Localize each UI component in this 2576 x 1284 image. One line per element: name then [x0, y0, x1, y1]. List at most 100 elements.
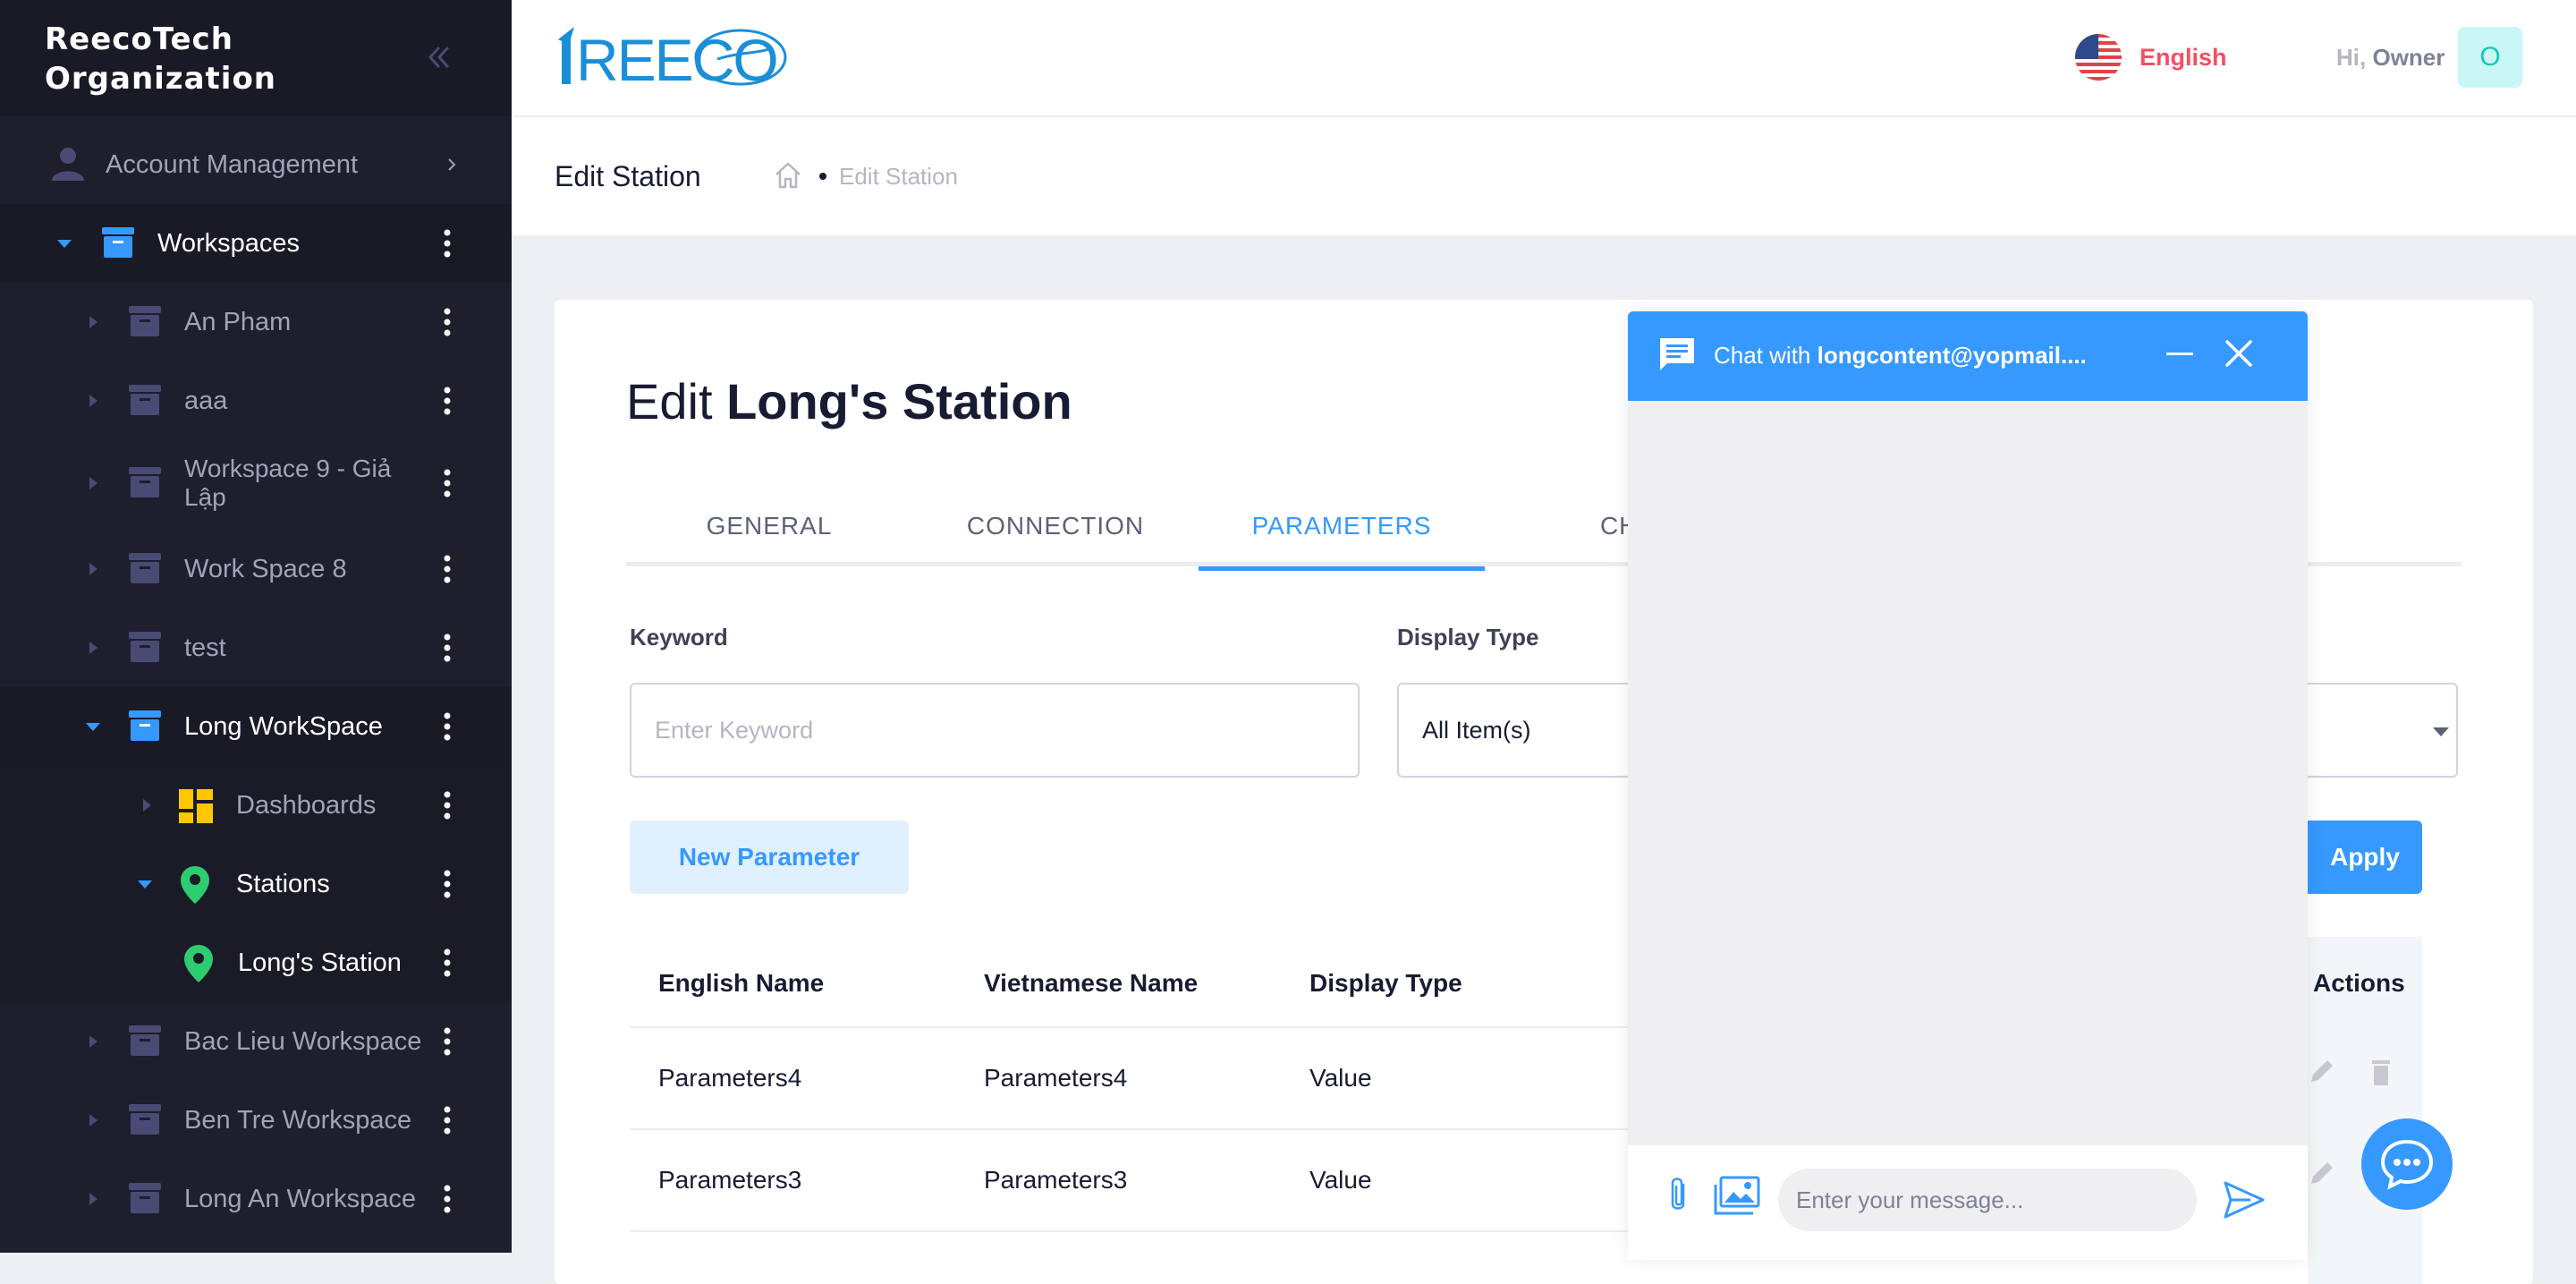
new-parameter-button[interactable]: New Parameter — [630, 821, 909, 894]
collapse-sidebar-icon[interactable] — [420, 39, 456, 75]
table-cell: Value — [1309, 1064, 1372, 1092]
caret-down-icon[interactable] — [55, 234, 73, 252]
trash-icon[interactable] — [2367, 1057, 2395, 1087]
folder-icon — [129, 553, 161, 583]
more-vertical-icon[interactable] — [438, 551, 456, 587]
caret-right-icon[interactable] — [138, 796, 156, 814]
page-title: Edit Station — [555, 160, 701, 192]
keyword-input[interactable]: Enter Keyword — [630, 683, 1360, 778]
sidebar-item-long-workspace[interactable]: Long WorkSpace — [0, 687, 512, 766]
minimize-icon[interactable] — [2165, 344, 2195, 365]
map-pin-icon — [181, 866, 209, 904]
more-vertical-icon[interactable] — [438, 1024, 456, 1059]
folder-icon — [129, 632, 161, 662]
sidebar-item-dashboards[interactable]: Dashboards — [0, 766, 512, 845]
language-selector[interactable]: English — [2140, 39, 2227, 75]
folder-icon — [129, 1025, 161, 1056]
sidebar-item-aaa[interactable]: aaa — [0, 361, 512, 440]
caret-right-icon[interactable] — [84, 474, 102, 492]
sidebar-item-label: Ben Tre Workspace — [184, 1105, 412, 1135]
sidebar-item-workspace-9[interactable]: Workspace 9 - Giả Lập — [0, 444, 512, 523]
sidebar-item-work-space-8[interactable]: Work Space 8 — [0, 530, 512, 608]
caret-right-icon[interactable] — [84, 1033, 102, 1050]
close-icon[interactable] — [2224, 338, 2254, 369]
column-header-vietnamese-name[interactable]: Vietnamese Name — [984, 965, 1198, 1001]
caret-down-icon[interactable] — [84, 718, 102, 736]
sidebar-item-label: aaa — [184, 386, 228, 415]
more-vertical-icon[interactable] — [438, 787, 456, 823]
more-vertical-icon[interactable] — [438, 630, 456, 666]
edit-icon[interactable] — [2308, 1159, 2336, 1189]
home-icon[interactable] — [773, 160, 803, 191]
chevron-down-icon — [2433, 727, 2449, 736]
sidebar-item-label: Workspace 9 - Giả Lập — [184, 455, 392, 511]
map-pin-icon — [184, 945, 213, 982]
caret-right-icon[interactable] — [84, 1111, 102, 1129]
sidebar-item-ben-tre-workspace[interactable]: Ben Tre Workspace — [0, 1081, 512, 1160]
dashboard-icon — [179, 789, 213, 823]
caret-right-icon[interactable] — [84, 1190, 102, 1208]
sidebar-item-account-management[interactable]: Account Management — [0, 125, 512, 204]
organization-name: ReecoTech Organization — [45, 21, 277, 97]
user-greeting[interactable]: Hi, Owner — [2336, 39, 2445, 75]
column-header-english-name[interactable]: English Name — [658, 965, 824, 1001]
chat-launcher-button[interactable] — [2361, 1118, 2453, 1210]
sidebar-item-label: Bac Lieu Workspace — [184, 1026, 422, 1056]
folder-icon — [102, 227, 134, 258]
caret-right-icon[interactable] — [84, 313, 102, 331]
sidebar-item-label: Dashboards — [236, 790, 377, 820]
sidebar-item-longs-station[interactable]: Long's Station — [0, 923, 512, 1002]
user-icon — [52, 148, 84, 181]
reeco-logo[interactable]: REECO — [556, 20, 789, 93]
tab-general[interactable]: GENERAL — [626, 486, 912, 566]
more-vertical-icon[interactable] — [438, 225, 456, 261]
caret-down-icon[interactable] — [136, 875, 154, 893]
top-header: REECO English Hi, Owner O — [512, 0, 2576, 116]
caret-right-icon[interactable] — [84, 392, 102, 410]
sidebar-item-bac-lieu-workspace[interactable]: Bac Lieu Workspace — [0, 1002, 512, 1081]
organization-header: ReecoTech Organization — [0, 0, 512, 116]
chevron-right-icon — [448, 158, 456, 171]
sidebar-item-label: Workspaces — [157, 228, 301, 258]
table-cell: Parameters4 — [984, 1064, 1128, 1092]
logo-text: REECO — [576, 27, 777, 93]
column-header-display-type[interactable]: Display Type — [1309, 965, 1462, 1001]
sidebar-item-long-an-workspace[interactable]: Long An Workspace — [0, 1160, 512, 1238]
more-vertical-icon[interactable] — [438, 709, 456, 744]
sidebar-item-test[interactable]: test — [0, 608, 512, 687]
sidebar-item-label: Stations — [236, 869, 330, 898]
breadcrumb[interactable]: Edit Station — [839, 160, 958, 192]
apply-button[interactable]: Apply — [2308, 821, 2422, 894]
table-cell: Parameters3 — [984, 1166, 1128, 1194]
sidebar-item-label: test — [184, 633, 226, 662]
edit-icon[interactable] — [2308, 1057, 2336, 1087]
tab-connection[interactable]: CONNECTION — [912, 486, 1199, 566]
send-icon[interactable] — [2224, 1181, 2265, 1219]
more-vertical-icon[interactable] — [438, 1102, 456, 1138]
folder-icon — [129, 385, 161, 415]
sidebar-item-stations[interactable]: Stations — [0, 845, 512, 923]
avatar[interactable]: O — [2458, 27, 2522, 88]
us-flag-icon[interactable] — [2075, 34, 2122, 81]
chat-message-input[interactable] — [1778, 1169, 2197, 1231]
sidebar-item-label: Account Management — [106, 149, 359, 179]
more-vertical-icon[interactable] — [438, 304, 456, 340]
folder-icon — [129, 710, 161, 741]
more-vertical-icon[interactable] — [438, 1181, 456, 1217]
image-icon[interactable] — [1714, 1176, 1760, 1215]
tab-parameters[interactable]: PARAMETERS — [1199, 486, 1485, 571]
caret-right-icon[interactable] — [84, 639, 102, 657]
paperclip-icon[interactable] — [1664, 1174, 1692, 1217]
message-icon — [1660, 338, 1694, 370]
more-vertical-icon[interactable] — [438, 945, 456, 981]
caret-right-icon[interactable] — [84, 560, 102, 578]
table-cell: Parameters4 — [658, 1064, 802, 1092]
more-vertical-icon[interactable] — [438, 465, 456, 501]
more-vertical-icon[interactable] — [438, 383, 456, 419]
sidebar-item-an-pham[interactable]: An Pham — [0, 283, 512, 361]
sidebar-item-workspaces[interactable]: Workspaces — [0, 204, 512, 283]
chat-bubble-icon — [2380, 1139, 2434, 1190]
more-vertical-icon[interactable] — [438, 866, 456, 902]
keyword-label: Keyword — [630, 624, 728, 651]
display-type-label: Display Type — [1397, 624, 1539, 651]
